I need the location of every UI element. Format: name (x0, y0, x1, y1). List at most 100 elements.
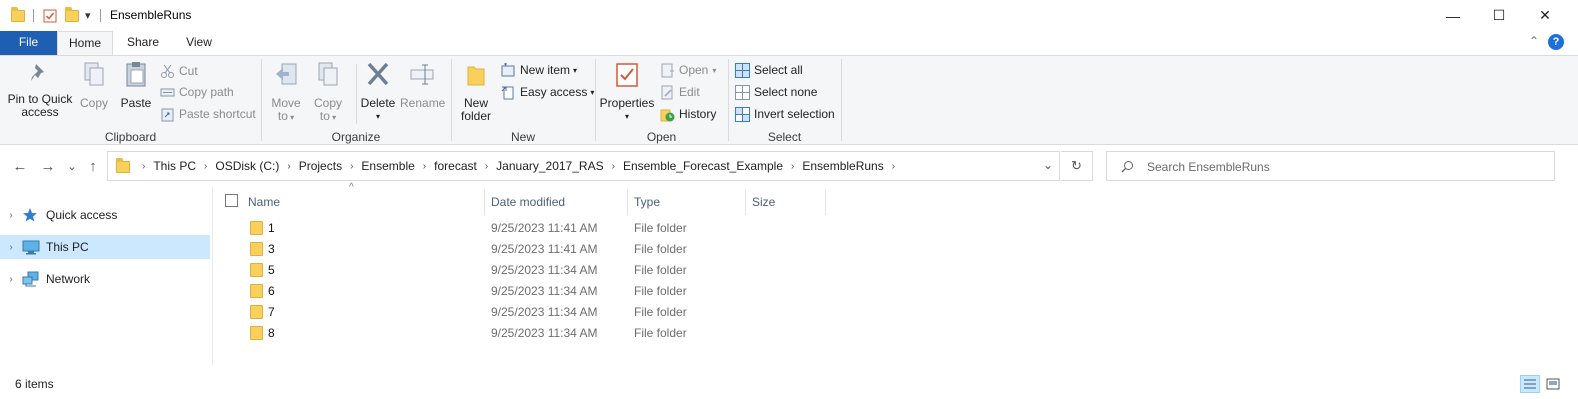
breadcrumb-separator[interactable]: › (423, 161, 426, 172)
column-header-name[interactable]: Name (242, 189, 485, 215)
maximize-button[interactable]: ☐ (1476, 0, 1522, 31)
breadcrumb-this-pc[interactable]: This PC (153, 159, 196, 173)
customize-toolbar-dropdown[interactable]: ▾ (85, 7, 91, 24)
new-folder-icon (467, 66, 485, 86)
up-button[interactable]: ↑ (83, 155, 103, 177)
rename-button[interactable]: Rename (400, 60, 445, 110)
edit-button[interactable]: Edit (660, 82, 700, 102)
file-date: 9/25/2023 11:34 AM (491, 263, 598, 277)
paste-button[interactable]: Paste (116, 60, 156, 110)
open-button[interactable]: Open ▾ (660, 60, 716, 80)
new-folder-button[interactable]: New folder (456, 60, 496, 123)
status-bar: 6 items (0, 370, 1578, 399)
nav-item-quick-access[interactable]: › Quick access (0, 203, 210, 227)
select-all-button[interactable]: Select all (735, 60, 803, 80)
search-icon (1121, 160, 1134, 176)
breadcrumb-forecast[interactable]: forecast (434, 159, 477, 173)
copy-to-button[interactable]: Copy to ▾ (310, 60, 346, 124)
folder-icon (116, 157, 130, 173)
toolbar-divider (100, 9, 101, 22)
pin-to-quick-access-button[interactable]: Pin to Quick access (4, 60, 76, 119)
invert-selection-button[interactable]: Invert selection (735, 104, 835, 124)
easy-access-button[interactable]: Easy access ▾ (501, 82, 594, 102)
expand-chevron-icon[interactable]: › (0, 210, 22, 221)
tab-file[interactable]: File (0, 31, 57, 55)
details-view-button[interactable] (1520, 375, 1540, 393)
table-row[interactable]: 3 9/25/2023 11:41 AM File folder (243, 239, 843, 260)
table-row[interactable]: 5 9/25/2023 11:34 AM File folder (243, 260, 843, 281)
file-date: 9/25/2023 11:34 AM (491, 326, 598, 340)
forward-button[interactable]: → (38, 155, 58, 177)
group-divider (728, 59, 729, 141)
column-header-type[interactable]: Type (628, 189, 746, 215)
close-button[interactable]: ✕ (1522, 0, 1568, 31)
large-icons-view-button[interactable] (1543, 375, 1563, 393)
breadcrumb-separator[interactable]: › (485, 161, 488, 172)
large-icons-view-icon (1546, 378, 1560, 390)
delete-label: Delete (360, 96, 396, 110)
breadcrumb-separator[interactable]: › (892, 161, 895, 172)
minimize-button[interactable]: — (1430, 0, 1476, 31)
table-row[interactable]: 1 9/25/2023 11:41 AM File folder (243, 218, 843, 239)
copy-path-label: Copy path (179, 85, 234, 99)
expand-chevron-icon[interactable]: › (0, 242, 22, 253)
folder-icon (250, 263, 263, 277)
breadcrumb-ensemble[interactable]: Ensemble (361, 159, 414, 173)
rename-icon (410, 64, 434, 85)
file-name: 6 (268, 284, 275, 298)
nav-item-this-pc[interactable]: › This PC (0, 235, 210, 259)
delete-button[interactable]: Delete ▾ (358, 60, 398, 123)
new-item-button[interactable]: New item ▾ (501, 60, 577, 80)
column-header-size[interactable]: Size (746, 189, 826, 215)
properties-button[interactable]: Properties ▾ (599, 60, 655, 123)
file-date: 9/25/2023 11:41 AM (491, 242, 598, 256)
cut-button[interactable]: Cut (160, 61, 198, 81)
expand-chevron-icon[interactable]: › (0, 274, 22, 285)
breadcrumb-separator[interactable]: › (791, 161, 794, 172)
breadcrumb-ensembleruns[interactable]: EnsembleRuns (802, 159, 883, 173)
breadcrumb-separator[interactable]: › (204, 161, 207, 172)
copy-label: Copy (79, 96, 108, 110)
breadcrumb-osdisk[interactable]: OSDisk (C:) (215, 159, 279, 173)
breadcrumb-separator[interactable]: › (612, 161, 615, 172)
tab-share[interactable]: Share (117, 31, 169, 55)
breadcrumb-separator[interactable]: › (287, 161, 290, 172)
breadcrumb-projects[interactable]: Projects (299, 159, 342, 173)
nav-item-network[interactable]: › Network (0, 267, 210, 291)
group-label-select: Select (767, 130, 802, 144)
table-row[interactable]: 8 9/25/2023 11:34 AM File folder (243, 323, 843, 344)
table-row[interactable]: 7 9/25/2023 11:34 AM File folder (243, 302, 843, 323)
new-folder-quick-icon[interactable] (65, 6, 79, 24)
copy-path-button[interactable]: Copy path (160, 82, 234, 102)
address-bar[interactable]: › This PC › OSDisk (C:) › Projects › Ens… (107, 151, 1060, 181)
move-to-button[interactable]: Move to ▾ (268, 60, 304, 124)
copy-button[interactable]: Copy (76, 60, 112, 110)
breadcrumb-ensemble-forecast-example[interactable]: Ensemble_Forecast_Example (623, 159, 783, 173)
breadcrumb-separator[interactable]: › (350, 161, 353, 172)
select-none-label: Select none (754, 85, 818, 99)
table-row[interactable]: 6 9/25/2023 11:34 AM File folder (243, 281, 843, 302)
column-header-date-modified[interactable]: Date modified (485, 189, 628, 215)
search-input[interactable]: Search EnsembleRuns (1147, 160, 1270, 174)
search-box[interactable]: Search EnsembleRuns (1106, 151, 1555, 181)
properties-label: Properties (599, 96, 655, 110)
refresh-button[interactable]: ↻ (1061, 151, 1093, 181)
select-all-checkbox[interactable] (225, 194, 238, 207)
new-item-icon (501, 62, 516, 78)
open-label: Open (679, 63, 709, 77)
new-item-label: New item (520, 63, 571, 77)
address-history-dropdown[interactable]: ⌄ (1043, 158, 1053, 172)
breadcrumb-january-2017-ras[interactable]: January_2017_RAS (496, 159, 603, 173)
select-none-button[interactable]: Select none (735, 82, 817, 102)
paste-shortcut-button[interactable]: Paste shortcut (160, 104, 256, 124)
help-button[interactable]: ? (1548, 34, 1564, 50)
recent-locations-dropdown[interactable]: ⌄ (62, 155, 82, 177)
collapse-ribbon-button[interactable]: ⌃ (1527, 34, 1541, 50)
history-button[interactable]: History (660, 104, 716, 124)
properties-quick-icon[interactable] (43, 7, 57, 24)
tab-home[interactable]: Home (57, 31, 113, 56)
back-button[interactable]: ← (10, 155, 30, 177)
ribbon: Pin to Quick access Copy Paste Cut Copy … (0, 55, 1578, 145)
group-label-new: New (510, 130, 535, 144)
tab-view[interactable]: View (174, 31, 224, 55)
